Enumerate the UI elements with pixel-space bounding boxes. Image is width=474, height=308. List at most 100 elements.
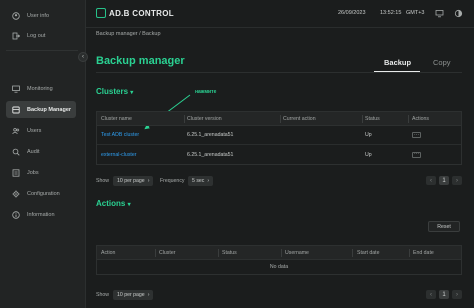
cluster-name-link[interactable]: Test ADB cluster <box>101 126 139 144</box>
monitor-icon <box>12 85 20 93</box>
sidebar-item-information[interactable]: Information <box>6 206 76 223</box>
column-header: Cluster version <box>187 115 222 122</box>
column-divider <box>352 249 353 257</box>
sidebar-item-configuration[interactable]: Configuration <box>6 185 76 202</box>
sidebar-item-label: Backup Manager <box>27 106 72 113</box>
sidebar-item-label: Configuration <box>27 190 60 197</box>
table-row: Test ADB cluster 6.25.1_arenadata51 Up ·… <box>97 126 461 145</box>
per-page-value: 10 per page <box>117 292 145 298</box>
chevron-left-icon: ‹ <box>82 54 84 60</box>
column-divider <box>218 249 219 257</box>
info-icon <box>12 210 20 219</box>
theme-toggle-icon[interactable] <box>453 8 463 18</box>
sidebar-item-label: Jobs <box>27 169 39 176</box>
table-row: external-cluster 6.25.1_arenadata51 Up ·… <box>97 145 461 164</box>
column-header: End date <box>413 249 434 256</box>
column-header: Cluster name <box>101 115 132 122</box>
column-divider <box>155 249 156 257</box>
column-header: Start date <box>357 249 380 256</box>
users-icon <box>12 127 20 135</box>
column-header: Action <box>101 249 116 256</box>
frequency-value: 5 sec <box>192 178 205 184</box>
frequency-select[interactable]: 5 sec › <box>188 176 214 186</box>
cluster-name-link[interactable]: external-cluster <box>101 145 136 164</box>
page-number-button[interactable]: 1 <box>439 290 449 299</box>
per-page-select[interactable]: 10 per page › <box>113 176 154 186</box>
audit-icon <box>12 148 20 156</box>
column-header: Current action <box>283 115 316 122</box>
actions-table: Action Cluster Status Username Start dat… <box>96 245 462 275</box>
header-timezone: GMT+3 <box>406 10 425 16</box>
clusters-title: Clusters <box>96 87 129 96</box>
row-actions: ··· <box>412 126 421 144</box>
sidebar-item-label: User info <box>27 12 50 19</box>
logout-icon <box>12 32 20 40</box>
clusters-section-toggle[interactable]: Clusters ▾ <box>96 87 133 96</box>
column-header: Actions <box>412 115 430 122</box>
logo-text: AD.B CONTROL <box>109 8 174 18</box>
chevron-down-icon: ▾ <box>127 202 131 208</box>
sidebar-collapse-button[interactable]: ‹ <box>78 52 88 62</box>
actions-pager: Show <box>96 290 109 300</box>
sidebar-item-backup-manager[interactable]: Backup Manager <box>6 101 76 118</box>
sidebar-item-user-info[interactable]: User info <box>6 7 76 24</box>
chevron-right-icon: › <box>147 178 150 184</box>
column-divider <box>408 115 409 123</box>
sidebar-item-label: Log out <box>27 32 46 39</box>
header-date: 26/09/2023 <box>338 10 366 16</box>
sidebar-item-users[interactable]: Users <box>6 122 76 139</box>
app-logo[interactable]: AD.B CONTROL <box>96 8 174 18</box>
user-icon <box>12 11 20 20</box>
column-header: Cluster <box>159 249 176 256</box>
backup-icon <box>12 106 20 114</box>
prev-page-button[interactable]: ‹ <box>426 290 436 299</box>
annotation-label: нажмите <box>195 89 217 95</box>
sidebar: User info Log out Monitoring Backup Mana… <box>0 0 86 308</box>
show-label: Show <box>96 292 109 298</box>
sidebar-item-jobs[interactable]: Jobs <box>6 164 76 181</box>
column-header: Username <box>285 249 309 256</box>
cluster-version: 6.25.1_arenadata51 <box>187 132 234 138</box>
top-header: AD.B CONTROL 26/09/2023 13:52:15 GMT+3 <box>86 0 474 28</box>
actions-section-toggle[interactable]: Actions ▾ <box>96 199 131 208</box>
column-divider <box>362 115 363 123</box>
clusters-pager: Show <box>96 176 109 186</box>
tab-copy[interactable]: Copy <box>433 58 451 67</box>
column-header: Status <box>222 249 237 256</box>
show-label: Show <box>96 178 109 184</box>
next-page-button[interactable]: › <box>452 176 462 185</box>
column-header: Status <box>365 115 380 122</box>
table-header: Cluster name Cluster version Current act… <box>97 112 461 126</box>
config-icon <box>12 190 20 198</box>
per-page-select[interactable]: 10 per page › <box>113 290 154 300</box>
more-actions-button[interactable]: ··· <box>412 132 421 138</box>
logo-mark-icon <box>96 8 106 18</box>
next-page-button[interactable]: › <box>452 290 462 299</box>
breadcrumb[interactable]: Backup manager / Backup <box>96 31 161 37</box>
chevron-right-icon: › <box>147 292 150 298</box>
page-title: Backup manager <box>96 55 185 67</box>
clusters-table: Cluster name Cluster version Current act… <box>96 111 462 165</box>
sidebar-item-monitoring[interactable]: Monitoring <box>6 80 76 97</box>
tab-backup[interactable]: Backup <box>384 58 411 67</box>
cluster-version: 6.25.1_arenadata51 <box>187 151 234 158</box>
sidebar-item-label: Information <box>27 211 55 218</box>
prev-page-button[interactable]: ‹ <box>426 176 436 185</box>
display-icon[interactable] <box>434 8 444 18</box>
frequency-label: Frequency <box>160 178 185 184</box>
more-actions-button[interactable]: ··· <box>412 151 421 158</box>
column-divider <box>184 115 185 123</box>
per-page-value: 10 per page <box>117 178 145 184</box>
sidebar-item-audit[interactable]: Audit <box>6 143 76 160</box>
sidebar-item-label: Monitoring <box>27 85 53 92</box>
row-actions: ··· <box>412 145 421 164</box>
cluster-status: Up <box>365 132 372 138</box>
tabs-divider <box>96 72 462 73</box>
page-number-button[interactable]: 1 <box>439 176 449 185</box>
column-divider <box>409 249 410 257</box>
cluster-status: Up <box>365 151 372 158</box>
empty-state: No data <box>269 264 289 270</box>
sidebar-item-log-out[interactable]: Log out <box>6 27 76 44</box>
reset-button[interactable]: Reset <box>428 221 460 232</box>
sidebar-item-label: Users <box>27 127 42 134</box>
